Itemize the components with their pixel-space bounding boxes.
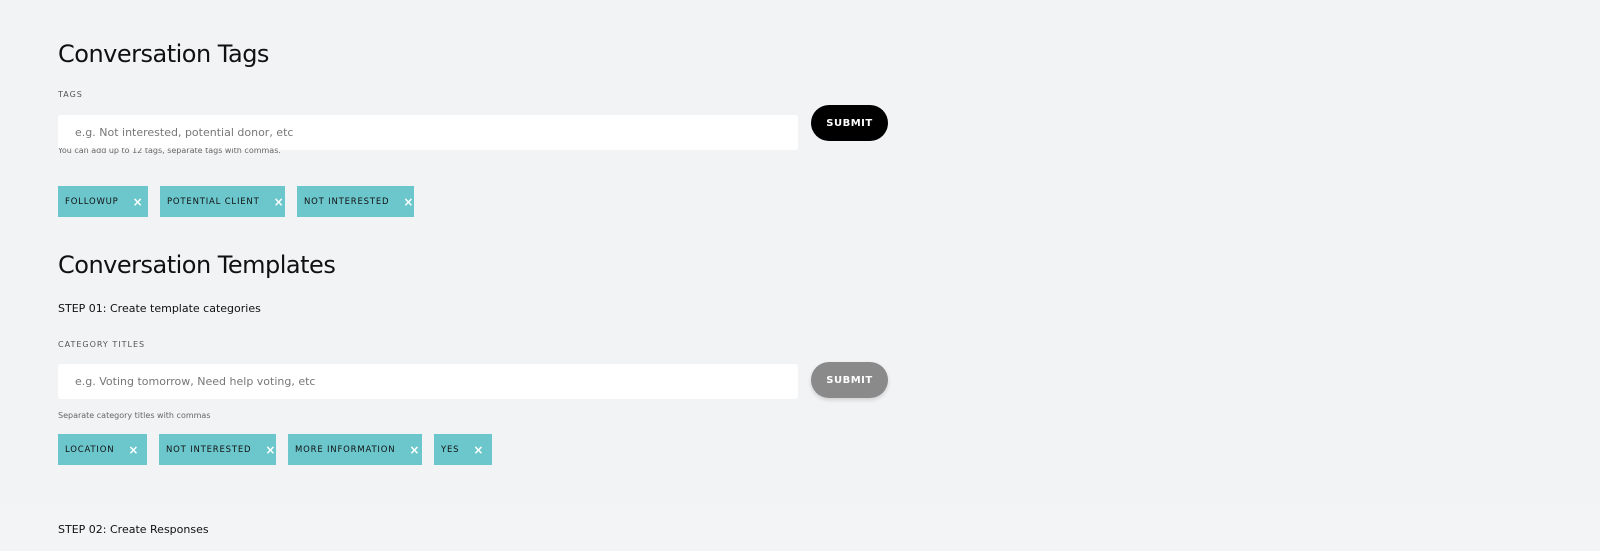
tags-input[interactable]: [58, 115, 798, 150]
remove-icon[interactable]: ×: [133, 196, 144, 208]
tag-chip-label: POTENTIAL CLIENT: [167, 196, 260, 207]
category-chip: MORE INFORMATION ×: [288, 434, 422, 465]
category-titles-label: CATEGORY TITLES: [58, 340, 146, 349]
category-chip-label: YES: [441, 444, 460, 455]
category-chip: YES ×: [434, 434, 492, 465]
category-chip-label: LOCATION: [65, 444, 115, 455]
tags-section-title: Conversation Tags: [58, 40, 269, 68]
remove-icon[interactable]: ×: [409, 444, 420, 456]
category-submit-button[interactable]: SUBMIT: [811, 362, 888, 398]
step-one-heading: STEP 01: Create template categories: [58, 302, 261, 315]
category-chip-label: MORE INFORMATION: [295, 444, 396, 455]
tag-chip: POTENTIAL CLIENT ×: [160, 186, 285, 217]
remove-icon[interactable]: ×: [403, 196, 414, 208]
category-chip: LOCATION ×: [58, 434, 147, 465]
tag-chip: NOT INTERESTED ×: [297, 186, 414, 217]
tag-chip-label: FOLLOWUP: [65, 196, 119, 207]
tag-chip: FOLLOWUP ×: [58, 186, 148, 217]
tags-helper-text: You can add up to 12 tags, separate tags…: [58, 148, 281, 155]
category-chip-list: LOCATION × NOT INTERESTED × MORE INFORMA…: [58, 434, 492, 465]
settings-page: Conversation Tags TAGS SUBMIT You can ad…: [0, 0, 1600, 551]
category-titles-input[interactable]: [58, 364, 798, 399]
remove-icon[interactable]: ×: [274, 196, 285, 208]
divider-band: [0, 505, 1600, 551]
tags-chip-list: FOLLOWUP × POTENTIAL CLIENT × NOT INTERE…: [58, 186, 414, 217]
category-chip: NOT INTERESTED ×: [159, 434, 276, 465]
category-helper-text: Separate category titles with commas: [58, 411, 211, 420]
remove-icon[interactable]: ×: [473, 444, 484, 456]
category-chip-label: NOT INTERESTED: [166, 444, 252, 455]
tags-label: TAGS: [58, 90, 83, 99]
tag-chip-label: NOT INTERESTED: [304, 196, 390, 207]
tags-submit-button[interactable]: SUBMIT: [811, 105, 888, 141]
step-two-heading: STEP 02: Create Responses: [58, 523, 209, 536]
templates-section-title: Conversation Templates: [58, 251, 336, 279]
remove-icon[interactable]: ×: [265, 444, 276, 456]
remove-icon[interactable]: ×: [128, 444, 139, 456]
